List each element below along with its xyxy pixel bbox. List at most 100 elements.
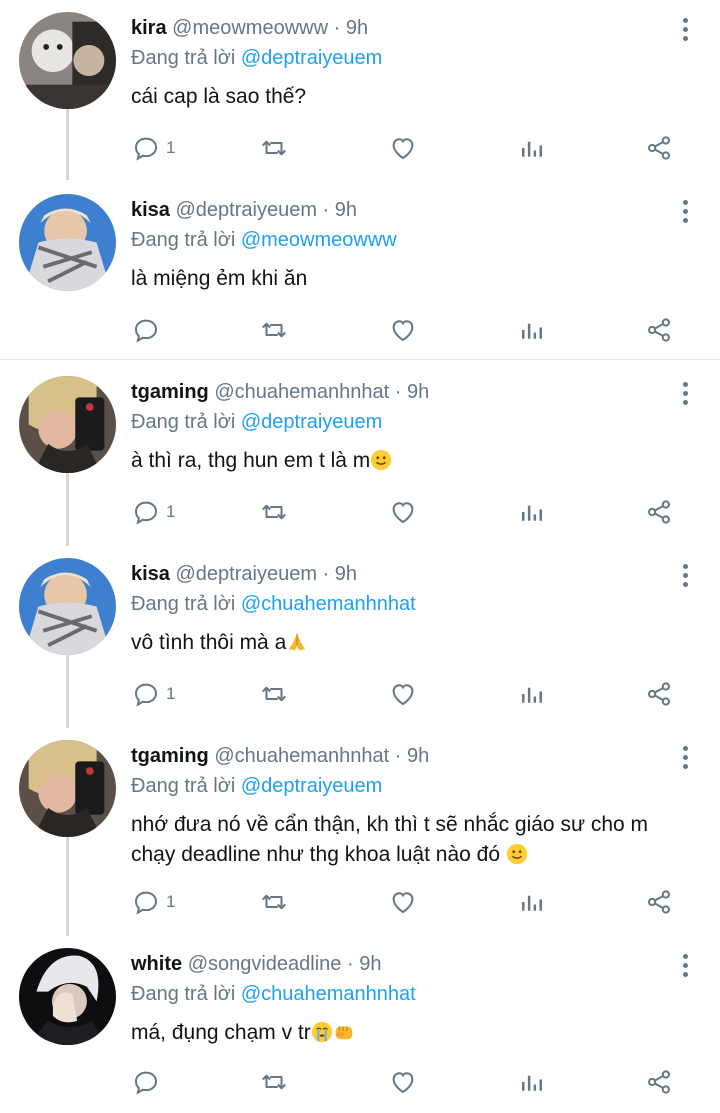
share-button[interactable] [644, 130, 674, 166]
analytics-button[interactable] [517, 884, 547, 920]
folded-hands-emoji-icon [289, 633, 306, 651]
action-bar: 1 [131, 884, 691, 920]
retweet-button[interactable] [259, 312, 289, 348]
more-icon[interactable] [680, 200, 690, 226]
tweet-header: kisa @deptraiyeuem · 9h [131, 199, 357, 222]
mention-link[interactable]: @meowmeowww [241, 229, 397, 251]
reply-button[interactable]: 1 [131, 884, 175, 920]
retweet-button[interactable] [259, 494, 289, 530]
retweet-button[interactable] [259, 884, 289, 920]
like-button[interactable] [388, 884, 418, 920]
tweet[interactable]: tgaming @chuahemanhnhat · 9h Đang trả lờ… [0, 728, 720, 936]
more-icon[interactable] [680, 954, 690, 980]
share-button[interactable] [644, 1064, 674, 1100]
reply-button[interactable] [131, 312, 166, 348]
tweet[interactable]: kira @meowmeowww · 9h Đang trả lời @dept… [0, 0, 720, 180]
retweet-button[interactable] [259, 676, 289, 712]
retweet-icon [262, 686, 286, 702]
tweet[interactable]: kisa @deptraiyeuem · 9h Đang trả lời @ch… [0, 546, 720, 728]
more-icon[interactable] [680, 746, 690, 772]
timestamp[interactable]: 9h [407, 381, 429, 403]
more-icon[interactable] [680, 564, 690, 590]
share-button[interactable] [644, 676, 674, 712]
replying-to: Đang trả lời @deptraiyeuem [131, 775, 382, 798]
timestamp[interactable]: 9h [335, 563, 357, 585]
username[interactable]: @deptraiyeuem [176, 199, 317, 221]
like-button[interactable] [388, 130, 418, 166]
analytics-button[interactable] [517, 494, 547, 530]
timestamp[interactable]: 9h [335, 199, 357, 221]
retweet-button[interactable] [259, 130, 289, 166]
username[interactable]: @chuahemanhnhat [214, 381, 389, 403]
avatar[interactable] [19, 948, 116, 1045]
analytics-button[interactable] [517, 130, 547, 166]
mention-link[interactable]: @deptraiyeuem [241, 775, 382, 797]
analytics-button[interactable] [517, 676, 547, 712]
analytics-icon [522, 895, 542, 911]
display-name[interactable]: tgaming [131, 745, 209, 767]
crying-face-emoji-icon [311, 1021, 332, 1043]
reply-icon [134, 891, 158, 915]
reply-button[interactable]: 1 [131, 494, 175, 530]
share-button[interactable] [644, 312, 674, 348]
username[interactable]: @meowmeowww [172, 17, 328, 39]
reply-button[interactable]: 1 [131, 130, 175, 166]
reply-icon [134, 683, 158, 707]
like-button[interactable] [388, 312, 418, 348]
username[interactable]: @songvideadline [188, 953, 342, 975]
avatar[interactable] [19, 194, 116, 291]
replying-prefix: Đang trả lời [131, 593, 236, 615]
reply-icon [134, 501, 158, 525]
tweet[interactable]: kisa @deptraiyeuem · 9h Đang trả lời @me… [0, 182, 720, 358]
mention-link[interactable]: @deptraiyeuem [241, 411, 382, 433]
avatar[interactable] [19, 740, 116, 837]
display-name[interactable]: white [131, 953, 182, 975]
display-name[interactable]: kisa [131, 563, 170, 585]
retweet-button[interactable] [259, 1064, 289, 1100]
username[interactable]: @chuahemanhnhat [214, 745, 389, 767]
more-icon[interactable] [680, 382, 690, 408]
separator-dot: · [347, 953, 354, 975]
username[interactable]: @deptraiyeuem [176, 563, 317, 585]
timestamp[interactable]: 9h [346, 17, 368, 39]
mention-link[interactable]: @deptraiyeuem [241, 47, 382, 69]
like-button[interactable] [388, 494, 418, 530]
reply-button[interactable] [131, 1064, 166, 1100]
thread-line [66, 837, 69, 936]
thread-divider [0, 359, 720, 360]
replying-prefix: Đang trả lời [131, 983, 236, 1005]
reply-count: 1 [166, 892, 176, 911]
analytics-button[interactable] [517, 312, 547, 348]
share-button[interactable] [644, 494, 674, 530]
tweet[interactable]: tgaming @chuahemanhnhat · 9h Đang trả lờ… [0, 364, 720, 546]
analytics-icon [522, 141, 542, 157]
display-name[interactable]: tgaming [131, 381, 209, 403]
replying-prefix: Đang trả lời [131, 775, 236, 797]
replying-to: Đang trả lời @deptraiyeuem [131, 47, 382, 70]
like-button[interactable] [388, 1064, 418, 1100]
display-name[interactable]: kira [131, 17, 167, 39]
replying-prefix: Đang trả lời [131, 411, 236, 433]
display-name[interactable]: kisa [131, 199, 170, 221]
like-icon [392, 138, 414, 160]
avatar[interactable] [19, 12, 116, 109]
action-bar: 1 [131, 494, 691, 530]
more-icon[interactable] [680, 18, 690, 44]
separator-dot: · [333, 17, 341, 39]
avatar[interactable] [19, 558, 116, 655]
timestamp[interactable]: 9h [359, 953, 381, 975]
retweet-icon [262, 1074, 286, 1090]
mention-link[interactable]: @chuahemanhnhat [241, 593, 416, 615]
analytics-icon [522, 505, 542, 521]
tweet-text-content: à thì ra, thg hun em t là m [131, 449, 371, 472]
timestamp[interactable]: 9h [407, 745, 429, 767]
avatar[interactable] [19, 376, 116, 473]
analytics-button[interactable] [517, 1064, 547, 1100]
tweet-text-content: má, đụng chạm v tr [131, 1021, 311, 1044]
like-button[interactable] [388, 676, 418, 712]
share-button[interactable] [644, 884, 674, 920]
reply-button[interactable]: 1 [131, 676, 175, 712]
tweet[interactable]: white @songvideadline · 9h Đang trả lời … [0, 936, 720, 1113]
replying-prefix: Đang trả lời [131, 229, 236, 251]
mention-link[interactable]: @chuahemanhnhat [241, 983, 416, 1005]
